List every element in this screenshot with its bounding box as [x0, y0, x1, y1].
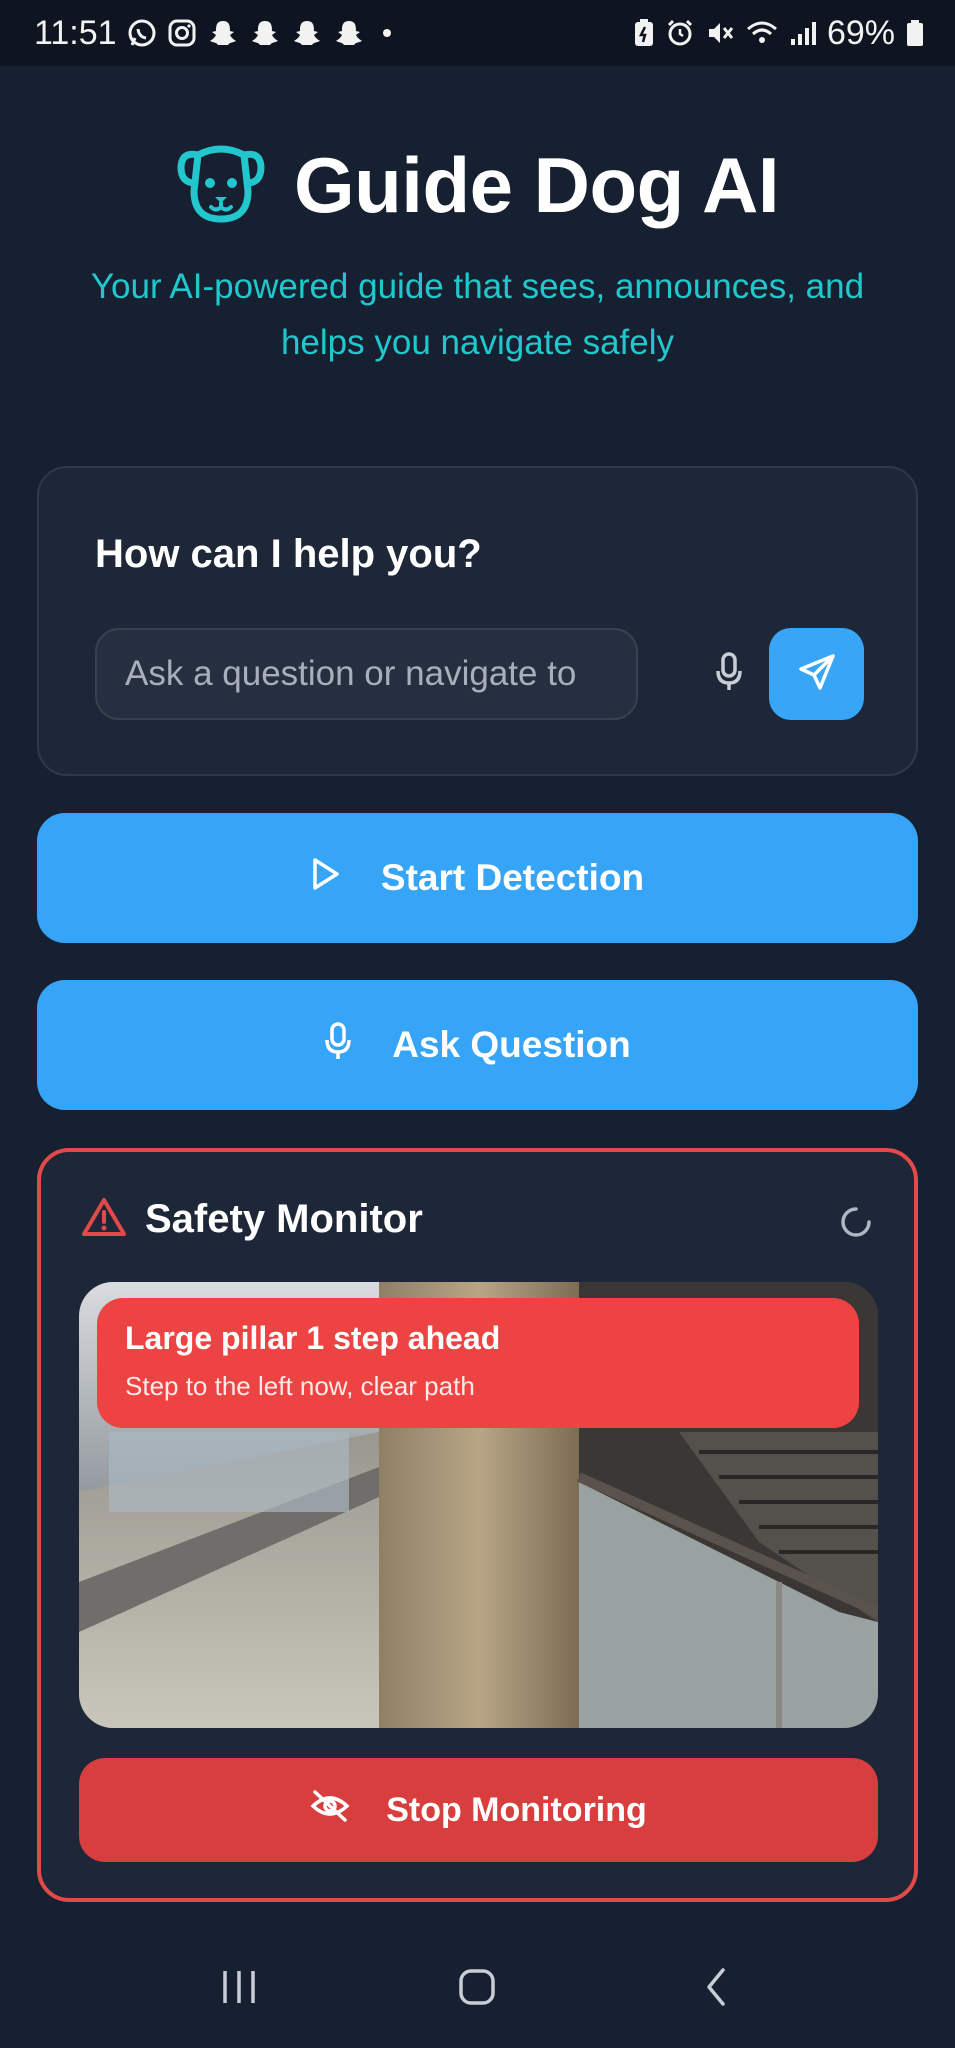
send-icon	[797, 652, 837, 697]
snapchat-icon	[207, 18, 239, 48]
back-button[interactable]	[671, 1954, 761, 2024]
snapchat-icon	[333, 18, 365, 48]
start-detection-button[interactable]: Start Detection	[37, 813, 918, 943]
app-title: Guide Dog AI	[293, 141, 780, 229]
safety-title: Safety Monitor	[145, 1197, 423, 1241]
start-detection-label: Start Detection	[380, 857, 645, 898]
microphone-icon	[324, 1021, 352, 1070]
alarm-icon	[665, 18, 695, 48]
safety-monitor-card: Safety Monitor Large pillar 1 step ahead…	[37, 1148, 918, 1902]
wifi-icon	[745, 18, 779, 48]
recent-apps-button[interactable]	[194, 1954, 284, 2024]
camera-feed: Large pillar 1 step ahead Step to the le…	[79, 1282, 878, 1728]
play-icon	[311, 857, 341, 900]
ask-question-label: Ask Question	[392, 1024, 631, 1065]
help-card: How can I help you?	[37, 466, 918, 776]
ask-question-button[interactable]: Ask Question	[37, 980, 918, 1110]
loading-spinner-icon	[838, 1204, 874, 1245]
signal-icon	[789, 18, 817, 48]
status-bar-left: 11:51	[34, 14, 391, 53]
warning-icon	[81, 1196, 127, 1243]
stop-monitoring-button[interactable]: Stop Monitoring	[79, 1758, 878, 1862]
snapchat-icon	[249, 18, 281, 48]
battery-icon	[905, 18, 925, 48]
snapchat-icon	[291, 18, 323, 48]
title-row: Guide Dog AI	[176, 140, 780, 231]
home-button[interactable]	[432, 1954, 522, 2024]
dog-face-icon	[176, 141, 266, 230]
send-button[interactable]	[769, 628, 864, 720]
system-nav-bar	[0, 1930, 955, 2048]
hazard-alert-banner: Large pillar 1 step ahead Step to the le…	[97, 1298, 859, 1428]
instagram-icon	[167, 18, 197, 48]
help-title: How can I help you?	[95, 532, 482, 576]
status-time: 11:51	[34, 13, 117, 52]
whatsapp-icon	[127, 18, 157, 48]
microphone-icon	[714, 651, 744, 698]
safety-header: Safety Monitor	[81, 1196, 423, 1243]
app-header: Guide Dog AI Your AI-powered guide that …	[0, 140, 955, 371]
alert-subtitle: Step to the left now, clear path	[125, 1371, 475, 1401]
home-icon	[457, 1967, 497, 2012]
stop-monitoring-label: Stop Monitoring	[386, 1790, 647, 1829]
alert-title: Large pillar 1 step ahead	[125, 1320, 501, 1356]
more-notifications-dot	[382, 29, 391, 37]
mute-icon	[705, 18, 735, 48]
back-icon	[701, 1967, 731, 2012]
question-input[interactable]	[95, 628, 638, 720]
status-bar-right: 69%	[633, 14, 925, 53]
battery-saver-icon	[633, 18, 655, 48]
battery-percent: 69%	[826, 13, 895, 52]
voice-input-button[interactable]	[697, 640, 761, 708]
eye-off-icon	[310, 1788, 350, 1833]
app-subtitle: Your AI-powered guide that sees, announc…	[90, 267, 865, 362]
status-bar: 11:51 69%	[0, 0, 955, 66]
recent-apps-icon	[219, 1969, 259, 2010]
